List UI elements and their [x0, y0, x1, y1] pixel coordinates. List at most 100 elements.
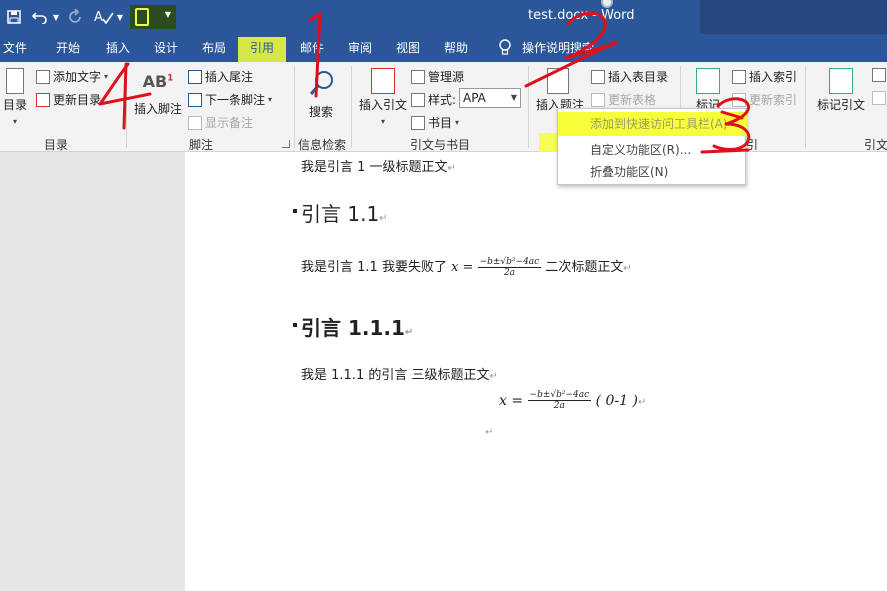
spelling-icon[interactable]: A — [93, 0, 115, 34]
toc-label: 目录 — [2, 98, 27, 112]
chevron-down-icon: ▾ — [455, 118, 460, 127]
separator — [294, 66, 295, 148]
chevron-down-icon: ▾ — [12, 117, 17, 126]
insert-table-figures-label: 插入表目录 — [608, 70, 669, 84]
undo-dropdown-icon[interactable]: ▼ — [52, 0, 60, 34]
title-separator: - — [588, 8, 602, 23]
manage-sources-label: 管理源 — [428, 70, 465, 84]
toc-icon — [6, 68, 24, 94]
manage-sources-button[interactable]: 管理源 — [411, 68, 464, 85]
tab-file[interactable]: 文件 — [0, 34, 30, 62]
tab-review[interactable]: 审阅 — [342, 34, 378, 62]
insert-citation-icon — [371, 68, 395, 94]
update-table-button[interactable]: 更新表格 — [591, 91, 656, 108]
add-text-icon — [36, 69, 50, 84]
spelling-dropdown-icon[interactable]: ▼ — [116, 0, 124, 34]
show-notes-button[interactable]: 显示备注 — [188, 114, 253, 131]
update-toa-button[interactable] — [872, 91, 886, 105]
group-footnotes: 脚注 — [188, 138, 213, 152]
update-index-button[interactable]: 更新索引 — [732, 91, 797, 108]
paragraph-2-post: 二次标题正文 — [545, 260, 624, 275]
empty-paragraph[interactable]: ↵ — [485, 424, 493, 438]
paragraph-3[interactable]: 我是 1.1.1 的引言 三级标题正文↵ — [301, 364, 498, 383]
chevron-down-icon: ▼ — [164, 10, 171, 19]
insert-table-figures-button[interactable]: 插入表目录 — [591, 68, 668, 85]
equation-line[interactable]: x = −b±√b²−4ac 2a ( 0-1 )↵ — [499, 390, 646, 412]
save-icon[interactable] — [4, 0, 24, 34]
redo-icon[interactable] — [66, 0, 86, 34]
paragraph-mark: ↵ — [485, 427, 494, 438]
insert-index-button[interactable]: 插入索引 — [732, 68, 797, 85]
style-label-group: 样式: — [411, 91, 456, 108]
group-research: 信息检索 — [297, 138, 346, 152]
tab-home[interactable]: 开始 — [50, 34, 86, 62]
next-footnote-label: 下一条脚注 — [205, 93, 266, 107]
equation-denominator: 2a — [553, 401, 565, 411]
heading-bullet — [293, 323, 297, 327]
formula-numerator: −b±√b²−4ac — [477, 256, 542, 268]
update-toc-label: 更新目录 — [53, 93, 102, 107]
paragraph-2[interactable]: 我是引言 1.1 我要失败了 x = −b±√b²−4ac 2a 二次标题正文↵ — [301, 256, 632, 279]
update-table-icon — [591, 92, 605, 107]
separator — [126, 66, 127, 148]
custom-qa-button[interactable]: ▼ — [130, 5, 176, 29]
equation-fraction: −b±√b²−4ac 2a — [527, 390, 592, 412]
tell-me-search[interactable]: 操作说明搜索 — [518, 34, 598, 62]
search-button[interactable]: 搜索 — [303, 68, 339, 120]
paragraph-1-text: 我是引言 1 一级标题正文 — [301, 160, 448, 175]
obscured-region — [700, 0, 887, 34]
update-index-icon — [732, 92, 746, 107]
svg-text:A: A — [94, 10, 103, 25]
tab-references[interactable]: 引用 — [238, 37, 286, 62]
menu-add-to-qat[interactable]: 添加到快速访问工具栏(A) — [558, 112, 747, 136]
citation-style-select[interactable]: APA ▼ — [459, 88, 521, 108]
tab-mailings[interactable]: 邮件 — [294, 34, 330, 62]
chevron-down-icon: ▾ — [380, 117, 385, 126]
update-toc-button[interactable]: 更新目录 — [36, 91, 101, 108]
insert-footnote-button[interactable]: AB1 插入脚注 — [133, 72, 183, 117]
add-text-button[interactable]: 添加文字 ▾ — [36, 68, 108, 85]
group-toa: 引文 — [864, 138, 887, 152]
mark-citation-button[interactable]: 标记引文 — [815, 68, 867, 113]
chevron-down-icon: ▾ — [104, 72, 109, 81]
tab-layout[interactable]: 布局 — [196, 34, 232, 62]
menu-collapse-ribbon[interactable]: 折叠功能区(N) — [558, 160, 747, 184]
insert-footnote-label: 插入脚注 — [133, 102, 182, 116]
separator — [351, 66, 352, 148]
menu-customize-ribbon[interactable]: 自定义功能区(R)... — [558, 138, 747, 162]
tab-view[interactable]: 视图 — [390, 34, 426, 62]
footnote-ab-sup: 1 — [167, 73, 174, 84]
paragraph-1[interactable]: 我是引言 1 一级标题正文↵ — [301, 156, 456, 175]
paragraph-mark: ↵ — [489, 371, 498, 382]
insert-caption-icon — [547, 68, 569, 94]
insert-citation-button[interactable]: 插入引文 ▾ — [357, 68, 409, 127]
show-notes-label: 显示备注 — [205, 116, 254, 130]
mark-entry-button[interactable]: 标记 — [688, 68, 728, 113]
update-toc-icon — [36, 92, 50, 107]
tab-design[interactable]: 设计 — [148, 34, 184, 62]
insert-toa-button[interactable] — [872, 68, 886, 82]
insert-endnote-button[interactable]: 插入尾注 — [188, 68, 253, 85]
ribbon-tabs-right: 邮件 审阅 视图 帮助 操作说明搜索 — [290, 34, 887, 62]
heading-3[interactable]: 引言 1.1.1↵ — [301, 312, 413, 341]
paragraph-2-pre: 我是引言 1.1 我要失败了 — [301, 260, 447, 275]
tab-help[interactable]: 帮助 — [438, 34, 474, 62]
document-margin-left — [0, 152, 185, 591]
insert-caption-button[interactable]: 插入题注 — [536, 68, 584, 113]
equation-number: ( 0-1 ) — [595, 393, 638, 409]
equation-lhs: x = — [499, 393, 524, 409]
record-dot-icon — [601, 0, 613, 8]
mark-entry-icon — [696, 68, 720, 94]
footnote-launcher-icon[interactable] — [282, 140, 290, 148]
tab-insert[interactable]: 插入 — [100, 34, 136, 62]
manage-sources-icon — [411, 69, 425, 84]
citation-style-value: APA — [463, 91, 486, 105]
next-footnote-button[interactable]: 下一条脚注 ▾ — [188, 91, 272, 108]
heading-2[interactable]: 引言 1.1↵ — [301, 198, 388, 227]
toc-button[interactable]: 目录 ▾ — [2, 68, 28, 127]
search-icon — [309, 71, 333, 95]
formula-fraction: −b±√b²−4ac 2a — [477, 256, 542, 279]
document-page[interactable]: 我是引言 1 一级标题正文↵ 引言 1.1↵ 我是引言 1.1 我要失败了 x … — [185, 152, 887, 591]
undo-icon[interactable] — [30, 0, 50, 34]
bibliography-button[interactable]: 书目 ▾ — [411, 114, 459, 131]
